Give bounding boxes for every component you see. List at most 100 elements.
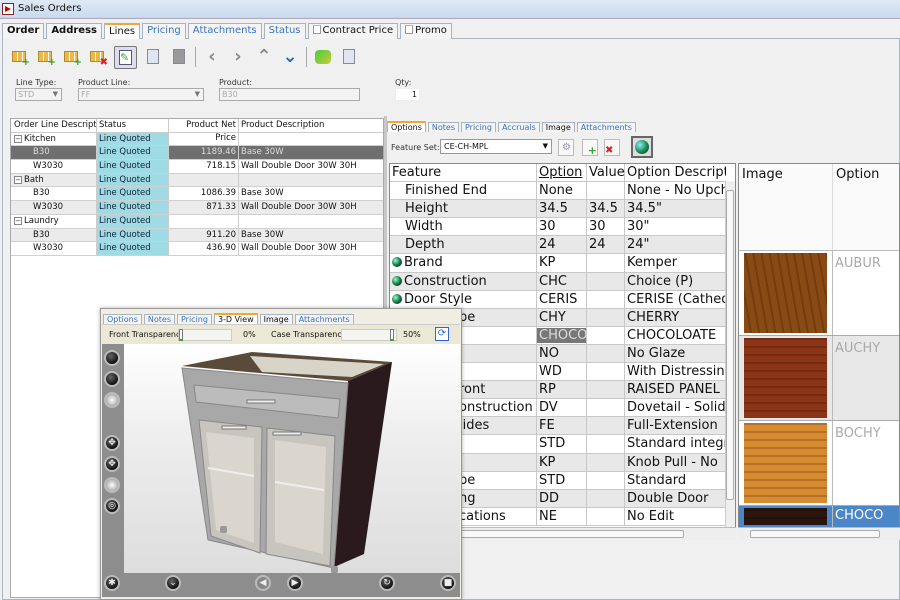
slider-thumb[interactable] — [179, 329, 183, 341]
value[interactable]: 30 — [587, 218, 625, 236]
fullscreen-button[interactable]: ■ — [440, 575, 456, 591]
option-code[interactable]: CHC — [537, 272, 587, 290]
product-input[interactable]: B30 — [219, 88, 360, 101]
image-row[interactable]: BOCHY — [739, 421, 899, 506]
delete-feature-button[interactable]: ✖ — [604, 139, 620, 156]
image-row[interactable]: AUBUR — [739, 251, 899, 336]
option-code[interactable]: NE — [537, 507, 587, 525]
option-code[interactable]: NO — [537, 344, 587, 363]
option-code[interactable]: None — [537, 182, 587, 200]
table-row[interactable]: B30 Line Quoted 911.20 Base 30W — [11, 228, 383, 243]
option-code[interactable]: 34.5 — [537, 200, 587, 218]
tab-attachments[interactable]: Attachments — [187, 23, 262, 39]
tab-promo[interactable]: Promo — [400, 23, 452, 39]
image-row[interactable]: AUCHY — [739, 336, 899, 421]
collapse-icon[interactable]: − — [14, 175, 22, 184]
add-feature-button[interactable]: + — [582, 139, 598, 157]
add-group-button[interactable]: + — [36, 47, 56, 68]
case-transparency-slider[interactable] — [341, 329, 397, 341]
grid-button[interactable]: ✱ — [104, 575, 120, 591]
table-row[interactable]: B30 Line Quoted 1189.46 Base 30W — [11, 146, 383, 161]
3d-viewport[interactable] — [102, 344, 460, 574]
feature-row[interactable]: Construction CHC Choice (P) — [390, 272, 735, 291]
collapse-icon[interactable]: − — [14, 216, 22, 225]
delete-line-button[interactable]: ✖ — [88, 47, 108, 68]
pan-button[interactable]: ✥ — [104, 456, 120, 472]
value[interactable] — [587, 254, 625, 272]
image-row[interactable]: CHOCO — [739, 506, 899, 528]
previous-button[interactable]: ‹ — [202, 47, 222, 67]
option-code[interactable]: STD — [537, 471, 587, 489]
features-scroll-thumb[interactable] — [726, 190, 734, 500]
value[interactable] — [587, 417, 625, 435]
value[interactable] — [587, 381, 625, 399]
group-row[interactable]: − Laundry Line Quoted — [11, 214, 383, 229]
move-down-button[interactable]: ⌄ — [280, 47, 300, 67]
table-row[interactable]: W3030 Line Quoted 436.90 Wall Double Door 3… — [11, 242, 383, 256]
option-code[interactable]: 30 — [537, 218, 587, 236]
tab-notes[interactable]: Notes — [143, 314, 175, 324]
value[interactable] — [587, 308, 625, 326]
value[interactable]: 34.5 — [587, 200, 625, 218]
feature-row[interactable]: Depth 24 24 24" — [390, 236, 735, 255]
tab-attachments[interactable]: Attachments — [576, 122, 636, 132]
table-row[interactable]: W3030 Line Quoted 871.33 Wall Double Door 3… — [11, 201, 383, 215]
tab-pricing[interactable]: Pricing — [176, 314, 212, 324]
rotate-right-button[interactable] — [104, 371, 120, 387]
tab-notes[interactable]: Notes — [427, 122, 459, 132]
orbit-button[interactable]: ◎ — [104, 498, 120, 514]
reset-view-button[interactable]: ⌄ — [165, 575, 181, 591]
next-button[interactable]: ▶ — [287, 575, 303, 591]
center-button[interactable] — [104, 477, 120, 493]
tab-attachments[interactable]: Attachments — [294, 314, 354, 324]
value[interactable] — [587, 471, 625, 489]
product-line-select[interactable]: FF ▼ — [78, 88, 204, 101]
tab-pricing[interactable]: Pricing — [460, 122, 496, 132]
zoom-button[interactable]: ✥ — [104, 435, 120, 451]
next-button[interactable]: › — [228, 47, 248, 67]
option-code[interactable]: WD — [537, 363, 587, 381]
option-code[interactable]: DD — [537, 489, 587, 507]
value[interactable] — [587, 363, 625, 381]
paste-button[interactable] — [169, 47, 189, 67]
column-header[interactable]: Option Descripti — [625, 164, 726, 181]
column-header[interactable]: Status Description — [97, 119, 169, 143]
tab-image[interactable]: Image — [541, 122, 575, 132]
column-header[interactable]: Option — [537, 164, 587, 182]
tab-options[interactable]: Options — [103, 314, 142, 324]
value[interactable] — [587, 290, 625, 308]
move-up-button[interactable]: ⌃ — [254, 47, 274, 67]
light-button[interactable] — [104, 392, 120, 408]
option-code[interactable]: CHOCO — [537, 326, 587, 344]
value[interactable]: 24 — [587, 236, 625, 254]
value[interactable] — [587, 507, 625, 525]
value[interactable] — [587, 435, 625, 453]
previous-button[interactable]: ◀ — [255, 575, 271, 591]
refresh-button[interactable]: ⟳ — [435, 327, 449, 341]
tab-lines[interactable]: Lines — [104, 23, 141, 39]
feature-row[interactable]: Height 34.5 34.5 34.5" — [390, 200, 735, 219]
tab-image[interactable]: Image — [259, 314, 293, 324]
tab-contract-price[interactable]: Contract Price — [307, 23, 399, 39]
tab-address[interactable]: Address — [46, 23, 102, 39]
table-row[interactable]: W3030 Line Quoted 718.15 Wall Double Door 3… — [11, 160, 383, 174]
option-code[interactable]: CERIS — [537, 290, 587, 308]
front-transparency-slider[interactable] — [178, 329, 232, 341]
edit-button[interactable]: ✎ — [114, 45, 137, 69]
option-code[interactable]: 24 — [537, 236, 587, 254]
tab-pricing[interactable]: Pricing — [142, 23, 186, 39]
option-code[interactable]: STD — [537, 435, 587, 453]
feature-settings-button[interactable]: ⚙ — [558, 139, 574, 156]
collapse-icon[interactable]: − — [14, 134, 22, 143]
column-header[interactable]: Product Net Price — [169, 119, 239, 143]
tab-status[interactable]: Status — [263, 23, 306, 39]
feature-row[interactable]: Finished End None None - No Upcharge — [390, 182, 735, 201]
group-row[interactable]: − Bath Line Quoted — [11, 173, 383, 188]
option-code[interactable]: KP — [537, 254, 587, 272]
rotate-left-button[interactable] — [104, 350, 120, 366]
slider-thumb[interactable] — [390, 329, 394, 341]
add-line-button[interactable]: + — [10, 47, 30, 68]
tab-3-d-view[interactable]: 3-D View — [213, 313, 258, 324]
feature-row[interactable]: Brand KP Kemper — [390, 254, 735, 273]
feature-row[interactable]: Width 30 30 30" — [390, 218, 735, 237]
